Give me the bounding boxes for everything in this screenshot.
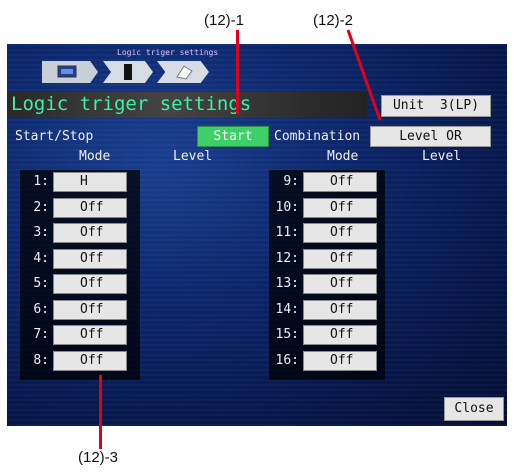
left-channel-row-number: 3: [33, 225, 49, 240]
left-channel-row-number: 7: [33, 327, 49, 342]
page-title: Logic triger settings [11, 93, 252, 115]
left-channel-mode-button[interactable]: Off [53, 325, 127, 345]
right-channel-row-number: 11: [275, 225, 299, 240]
left-channel-row-number: 2: [33, 199, 49, 215]
start-button[interactable]: Start [197, 126, 269, 147]
right-channel-mode-button[interactable]: Off [303, 248, 377, 269]
leader-line-12-1 [236, 30, 239, 114]
left-channel-mode-button[interactable]: Off [53, 274, 127, 294]
left-channel-row-number: 4: [33, 250, 49, 266]
right-channel-mode-button[interactable]: Off [303, 172, 377, 192]
callout-12-3: (12)-3 [78, 449, 119, 466]
left-mode-header: Mode [79, 149, 111, 164]
right-channel-row-number: 14: [275, 301, 299, 317]
right-channel-row-number: 15: [275, 327, 299, 342]
right-channel-mode-button[interactable]: Off [303, 274, 377, 294]
right-channel-row-number: 10: [275, 199, 299, 215]
left-channel-row-number: 1: [33, 174, 49, 189]
breadcrumb-step-monitor[interactable] [42, 61, 98, 83]
combination-button[interactable]: Level OR [370, 126, 491, 147]
right-channel-mode-button[interactable]: Off [303, 197, 377, 218]
leader-line-12-3 [99, 375, 102, 449]
right-channel-mode-button[interactable]: Off [303, 325, 377, 345]
close-button[interactable]: Close [444, 397, 504, 421]
start-stop-label: Start/Stop [15, 129, 94, 144]
left-channel-mode-button[interactable]: Off [53, 223, 127, 243]
right-channel-row-number: 13: [275, 276, 299, 291]
callout-12-1: (12)-1 [204, 12, 245, 29]
breadcrumb-step-device[interactable] [103, 61, 153, 83]
gear-icon [176, 65, 193, 80]
logic-trigger-screen: Logic triger settings Logic triger setti… [7, 44, 507, 426]
left-channel-mode-button[interactable]: Off [53, 350, 127, 371]
unit-button[interactable]: Unit 3(LP) [381, 95, 491, 117]
left-channel-row-number: 8: [33, 352, 49, 368]
right-level-header: Level [422, 149, 462, 164]
left-channel-row-number: 6: [33, 301, 49, 317]
monitor-icon [57, 65, 77, 78]
combination-label: Combination [274, 129, 361, 144]
left-channel-mode-button[interactable]: Off [53, 248, 127, 269]
left-level-header: Level [173, 149, 213, 164]
right-channel-row-number: 9: [283, 174, 299, 189]
left-channel-mode-button[interactable]: H [53, 172, 127, 192]
right-mode-header: Mode [327, 149, 359, 164]
right-channel-mode-button[interactable]: Off [303, 223, 377, 243]
right-channel-mode-button[interactable]: Off [303, 299, 377, 320]
device-icon [124, 64, 132, 80]
breadcrumb-title: Logic triger settings [117, 48, 219, 57]
left-channel-mode-button[interactable]: Off [53, 299, 127, 320]
left-channel-row-number: 5: [33, 276, 49, 291]
right-channel-row-number: 16: [275, 352, 299, 368]
left-channel-mode-button[interactable]: Off [53, 197, 127, 218]
breadcrumb-step-settings[interactable] [157, 61, 209, 83]
right-channel-row-number: 12: [275, 250, 299, 266]
callout-12-2: (12)-2 [313, 12, 354, 29]
right-channel-mode-button[interactable]: Off [303, 350, 377, 371]
